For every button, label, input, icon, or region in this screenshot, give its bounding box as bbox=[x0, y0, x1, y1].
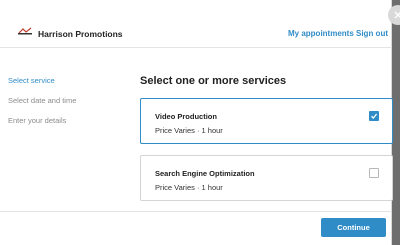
step-select-date-time: Select date and time bbox=[8, 96, 77, 105]
brand-logo-icon bbox=[18, 27, 32, 35]
service-meta: Price Varies · 1 hour bbox=[155, 183, 223, 192]
check-icon bbox=[371, 113, 378, 119]
page-title: Select one or more services bbox=[140, 75, 287, 87]
service-card-seo[interactable]: Search Engine Optimization Price Varies … bbox=[140, 155, 393, 201]
close-icon bbox=[394, 11, 400, 19]
service-checkbox[interactable] bbox=[369, 168, 379, 178]
footer-divider bbox=[0, 211, 392, 212]
step-enter-details: Enter your details bbox=[8, 116, 67, 125]
sign-out-link[interactable]: Sign out bbox=[356, 29, 388, 38]
service-name: Video Production bbox=[155, 112, 217, 121]
service-card-video-production[interactable]: Video Production Price Varies · 1 hour bbox=[140, 98, 393, 144]
booking-modal: Harrison Promotions My appointments Sign… bbox=[0, 0, 393, 245]
step-select-service[interactable]: Select service bbox=[8, 76, 76, 96]
service-checkbox[interactable] bbox=[369, 111, 379, 121]
brand-name: Harrison Promotions bbox=[38, 29, 123, 39]
step-list: Select service Select date and time Ente… bbox=[8, 76, 76, 136]
my-appointments-link[interactable]: My appointments bbox=[288, 29, 354, 38]
service-meta: Price Varies · 1 hour bbox=[155, 126, 223, 135]
service-name: Search Engine Optimization bbox=[155, 169, 255, 178]
header: Harrison Promotions My appointments Sign… bbox=[0, 0, 392, 48]
continue-button[interactable]: Continue bbox=[321, 218, 386, 237]
